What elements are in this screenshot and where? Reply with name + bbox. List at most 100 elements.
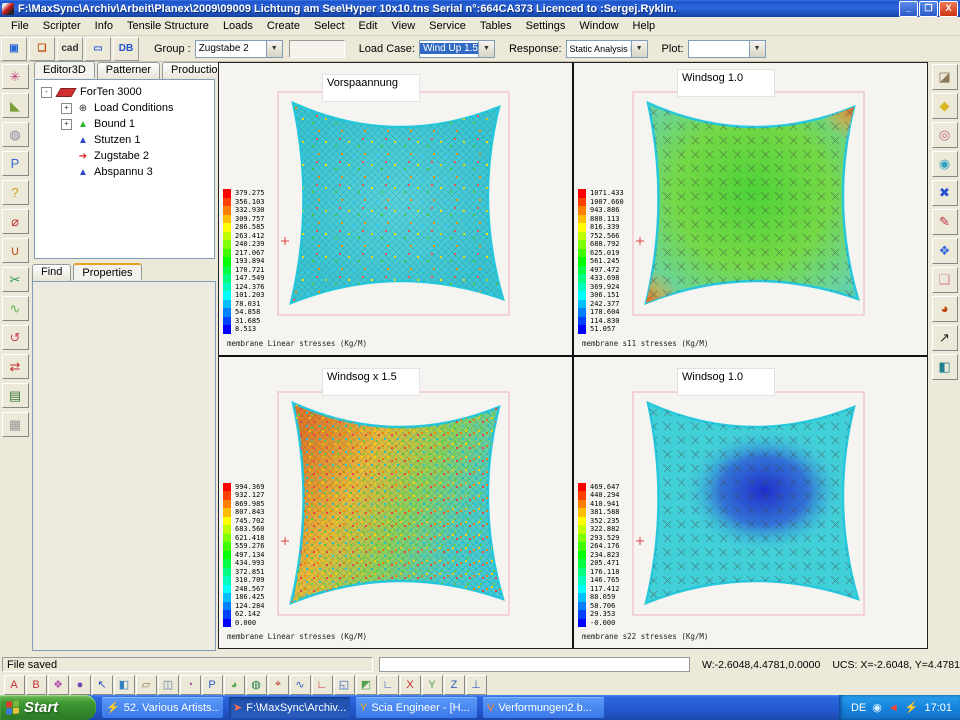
selection-mode-icon[interactable]: ▣ <box>1 37 27 61</box>
response-combobox[interactable]: Static Analysis Re ▼ <box>566 40 648 58</box>
expand-icon[interactable]: + <box>61 103 72 114</box>
tree-root-row[interactable]: - ForTen 3000 <box>35 84 214 100</box>
terrain-icon[interactable]: ◣ <box>2 93 29 118</box>
loop-icon[interactable]: ↺ <box>2 325 29 350</box>
vector-icon[interactable]: ↗ <box>932 325 958 351</box>
query-icon[interactable]: ? <box>2 180 29 205</box>
menu-item[interactable]: Loads <box>216 18 260 34</box>
tab-find[interactable]: Find <box>32 264 71 281</box>
tab-patterner[interactable]: Patterner <box>97 62 160 79</box>
globe-icon[interactable]: ◍ <box>246 675 267 695</box>
taskbar-task-button[interactable]: Y Scia Engineer - [H... <box>356 697 477 718</box>
cut-mesh-icon[interactable]: ✂ <box>2 267 29 292</box>
language-indicator[interactable]: DE <box>851 702 866 714</box>
title-bar[interactable]: F:\MaxSync\Archiv\Arbeit\Planex\2009\090… <box>0 0 960 17</box>
swap-ab-icon[interactable]: ⇄ <box>2 354 29 379</box>
properties-p-icon[interactable]: P <box>202 675 223 695</box>
group-combobox[interactable]: Zugstabe 2 ▼ <box>195 40 283 58</box>
chevron-down-icon[interactable]: ▼ <box>478 41 494 57</box>
messenger-icon[interactable]: ◉ <box>872 701 882 714</box>
restore-button[interactable]: ❐ <box>919 1 938 17</box>
spline-icon[interactable]: ∿ <box>290 675 311 695</box>
magnet-icon[interactable]: ∪ <box>2 238 29 263</box>
tree-item[interactable]: + ⊕ Load Conditions <box>35 100 214 116</box>
section-icon[interactable]: ◧ <box>932 354 958 380</box>
menu-item[interactable]: Edit <box>352 18 385 34</box>
taskbar-task-button[interactable]: ⚡ 52. Various Artists... <box>102 697 223 718</box>
tab-properties[interactable]: Properties <box>73 263 141 280</box>
command-input[interactable] <box>379 657 690 672</box>
axis-origin-icon[interactable]: ∟ <box>312 675 333 695</box>
trash-icon[interactable]: ▤ <box>2 383 29 408</box>
sketch-icon[interactable]: ✎ <box>932 209 958 235</box>
taskbar-task-button[interactable]: ➤ F:\MaxSync\Archiv... <box>229 697 350 718</box>
viewport-windsog-15[interactable]: Windsog x 1.5 994.369932.127869.985807.8… <box>219 357 572 649</box>
menu-item[interactable]: Scripter <box>36 18 88 34</box>
tree-item[interactable]: ▲ Abspannu 3 <box>35 164 214 180</box>
expand-icon[interactable]: + <box>61 119 72 130</box>
node-edit-icon[interactable]: ⌖ <box>268 675 289 695</box>
viewport-windsog-s22[interactable]: Windsog 1.0 469.647440.294410.941381.588… <box>574 357 927 649</box>
x-axis-icon[interactable]: X <box>400 675 421 695</box>
menu-item[interactable]: Window <box>572 18 625 34</box>
minimize-button[interactable]: _ <box>899 1 918 17</box>
viewport-windsog-s11[interactable]: Windsog 1.0 1071.4331007.660943.886880.1… <box>574 63 927 355</box>
menu-item[interactable]: File <box>4 18 36 34</box>
menu-item[interactable]: Tensile Structure <box>120 18 216 34</box>
sphere-icon[interactable]: ◕ <box>224 675 245 695</box>
render-ball-icon[interactable]: ◕ <box>932 296 958 322</box>
load-case-combobox[interactable]: Wind Up 1.5 ▼ <box>419 40 495 58</box>
zoom-window-icon[interactable]: ◎ <box>932 122 958 148</box>
tree-item[interactable]: + ▲ Bound 1 <box>35 116 214 132</box>
collapse-icon[interactable]: - <box>41 87 52 98</box>
measure-icon[interactable]: ⌀ <box>2 209 29 234</box>
start-button[interactable]: Start <box>0 695 96 720</box>
text-a-icon[interactable]: A <box>4 675 25 695</box>
chevron-down-icon[interactable]: ▼ <box>749 41 765 57</box>
pan-view-icon[interactable]: ◧ <box>114 675 135 695</box>
select-elements-icon[interactable]: ✳ <box>2 64 29 89</box>
close-pane-icon[interactable]: ✖ <box>932 180 958 206</box>
copy-frames-icon[interactable]: ❏ <box>932 267 958 293</box>
volume-icon[interactable]: ◄ <box>888 702 899 714</box>
tree-item[interactable]: ▲ Stutzen 1 <box>35 132 214 148</box>
axis-rotate-icon[interactable]: ◩ <box>356 675 377 695</box>
point-tool-icon[interactable]: P <box>2 151 29 176</box>
chevron-down-icon[interactable]: ▼ <box>631 41 647 57</box>
axis-plane-icon[interactable]: ◱ <box>334 675 355 695</box>
database-icon[interactable]: DB <box>113 37 139 61</box>
mesh-pattern-icon[interactable]: ❖ <box>48 675 69 695</box>
plot-combobox[interactable]: ▼ <box>688 40 766 58</box>
pointer-icon[interactable]: ↖ <box>92 675 113 695</box>
revolve-icon[interactable]: ◔ <box>180 675 201 695</box>
menu-item[interactable]: Service <box>422 18 473 34</box>
new-sheet-icon[interactable]: ▭ <box>85 37 111 61</box>
menu-item[interactable]: Create <box>260 18 307 34</box>
cylinder-icon[interactable]: ◫ <box>158 675 179 695</box>
viewport-vorspannung[interactable]: Vorspaannung 379.275356.103332.930309.75… <box>219 63 572 355</box>
plane-view-icon[interactable]: ◆ <box>932 93 958 119</box>
y-axis-icon[interactable]: Y <box>422 675 443 695</box>
smooth-icon[interactable]: ∿ <box>2 296 29 321</box>
axis-local-icon[interactable]: ∟ <box>378 675 399 695</box>
gem-view-icon[interactable]: ❖ <box>932 238 958 264</box>
menu-item[interactable]: Settings <box>519 18 573 34</box>
chevron-down-icon[interactable]: ▼ <box>266 41 282 57</box>
menu-item[interactable]: Tables <box>473 18 519 34</box>
tree-item[interactable]: ➔ Zugstabe 2 <box>35 148 214 164</box>
stamp-icon[interactable]: ▦ <box>2 412 29 437</box>
menu-item[interactable]: View <box>385 18 423 34</box>
axes-3d-icon[interactable]: ⊥ <box>466 675 487 695</box>
zoom-extents-icon[interactable]: ◉ <box>932 151 958 177</box>
cad-import-icon[interactable]: ❏ <box>29 37 55 61</box>
z-axis-icon[interactable]: Z <box>444 675 465 695</box>
menu-item[interactable]: Info <box>88 18 120 34</box>
taskbar-task-button[interactable]: V Verformungen2.b... <box>483 697 604 718</box>
cad-icon[interactable]: cad <box>57 37 83 61</box>
menu-item[interactable]: Help <box>626 18 663 34</box>
shaded-view-icon[interactable]: ◪ <box>932 64 958 90</box>
winamp-tray-icon[interactable]: ⚡ <box>905 701 919 714</box>
box-icon[interactable]: ▱ <box>136 675 157 695</box>
tab-editor3d[interactable]: Editor3D <box>34 61 95 78</box>
text-b-icon[interactable]: B <box>26 675 47 695</box>
